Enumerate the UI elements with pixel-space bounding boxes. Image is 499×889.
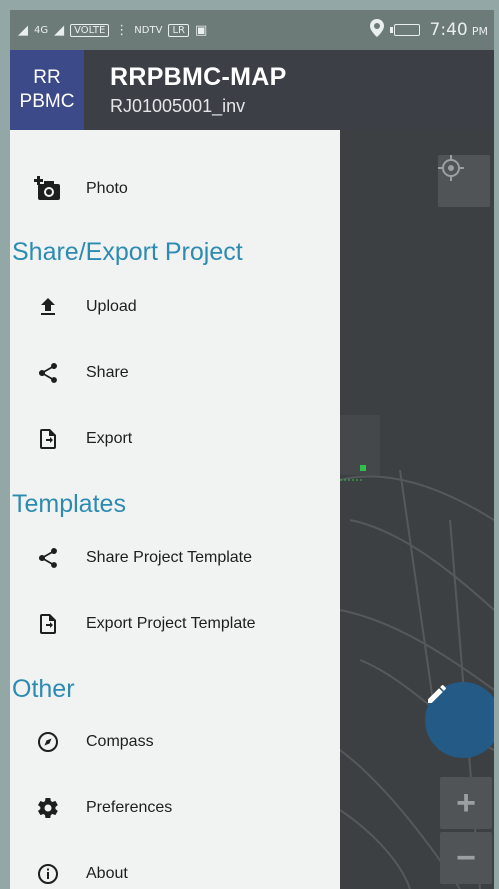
export-file-icon — [34, 610, 62, 638]
menu-label-about: About — [86, 865, 128, 882]
app-logo: RR PBMC — [10, 50, 84, 130]
clock-ampm: PM — [471, 25, 488, 38]
share-icon — [34, 544, 62, 572]
menu-item-compass[interactable]: Compass — [10, 714, 340, 770]
menu-item-share-project-template[interactable]: Share Project Template — [10, 530, 340, 586]
status-right: 7:40 PM — [369, 19, 494, 41]
pencil-icon — [428, 684, 446, 703]
gear-icon — [34, 794, 62, 822]
overflow-dots: ⋮ — [115, 22, 129, 38]
share-icon — [34, 359, 62, 387]
edit-fab-button[interactable] — [425, 682, 494, 758]
section-heading-templates: Templates — [12, 490, 126, 518]
gallery-notification-icon: ▣ — [194, 22, 208, 38]
menu-label-export-project-template: Export Project Template — [86, 615, 256, 632]
menu-label-preferences: Preferences — [86, 799, 173, 816]
app-title: RRPBMC-MAP — [110, 63, 287, 91]
menu-item-export-project-template[interactable]: Export Project Template — [10, 596, 340, 652]
logo-line-1: RR — [33, 67, 61, 88]
logo-line-2: PBMC — [19, 91, 75, 112]
menu-item-preferences[interactable]: Preferences — [10, 780, 340, 836]
signal-label: 4G — [34, 24, 49, 36]
menu-item-photo[interactable]: Photo — [10, 161, 340, 217]
menu-label-upload: Upload — [86, 298, 137, 315]
signal-icon-2: ◢ — [54, 22, 65, 38]
menu-label-compass: Compass — [86, 733, 154, 750]
phone-screen: ◢ 4G ◢ VOLTE ⋮ NDTV LR ▣ 7:40 PM + − RR … — [10, 10, 494, 889]
crosshair-icon — [438, 155, 464, 181]
battery-icon — [389, 24, 420, 36]
menu-item-about[interactable]: About — [10, 846, 340, 889]
navigation-drawer: Photo Share/Export Project Upload Share — [10, 130, 340, 889]
menu-label-share: Share — [86, 364, 129, 381]
menu-item-upload[interactable]: Upload — [10, 279, 340, 335]
export-file-icon — [34, 425, 62, 453]
menu-item-share[interactable]: Share — [10, 345, 340, 401]
zoom-out-button[interactable]: − — [440, 832, 492, 884]
menu-label-share-project-template: Share Project Template — [86, 549, 253, 566]
ndtv-notification-icon: NDTV — [134, 24, 163, 36]
clock: 7:40 PM — [430, 20, 488, 40]
app-titles: RRPBMC-MAP RJ01005001_inv — [84, 63, 287, 117]
menu-item-export[interactable]: Export — [10, 411, 340, 467]
drawer-header: RR PBMC RRPBMC-MAP RJ01005001_inv — [10, 50, 494, 130]
clock-time: 7:40 — [429, 20, 468, 40]
my-location-button[interactable] — [438, 155, 490, 207]
section-heading-other: Other — [12, 675, 75, 703]
signal-icon: ◢ — [18, 22, 28, 38]
volte-badge: VOLTE — [70, 23, 110, 37]
zoom-in-button[interactable]: + — [440, 777, 492, 829]
compass-icon — [34, 728, 62, 756]
menu-label-photo: Photo — [86, 180, 128, 197]
status-bar: ◢ 4G ◢ VOLTE ⋮ NDTV LR ▣ 7:40 PM — [10, 10, 494, 50]
info-icon — [34, 860, 62, 888]
device-frame: ◢ 4G ◢ VOLTE ⋮ NDTV LR ▣ 7:40 PM + − RR … — [0, 0, 499, 889]
project-name: RJ01005001_inv — [110, 96, 246, 116]
section-heading-share-export: Share/Export Project — [12, 238, 243, 266]
add-photo-icon — [34, 175, 62, 203]
lr-notification-icon: LR — [168, 23, 189, 37]
menu-label-export: Export — [86, 430, 133, 447]
upload-icon — [34, 293, 62, 321]
status-left: ◢ 4G ◢ VOLTE ⋮ NDTV LR ▣ — [10, 23, 207, 38]
location-pin-icon — [369, 19, 384, 41]
map-view[interactable]: + − — [340, 50, 494, 889]
